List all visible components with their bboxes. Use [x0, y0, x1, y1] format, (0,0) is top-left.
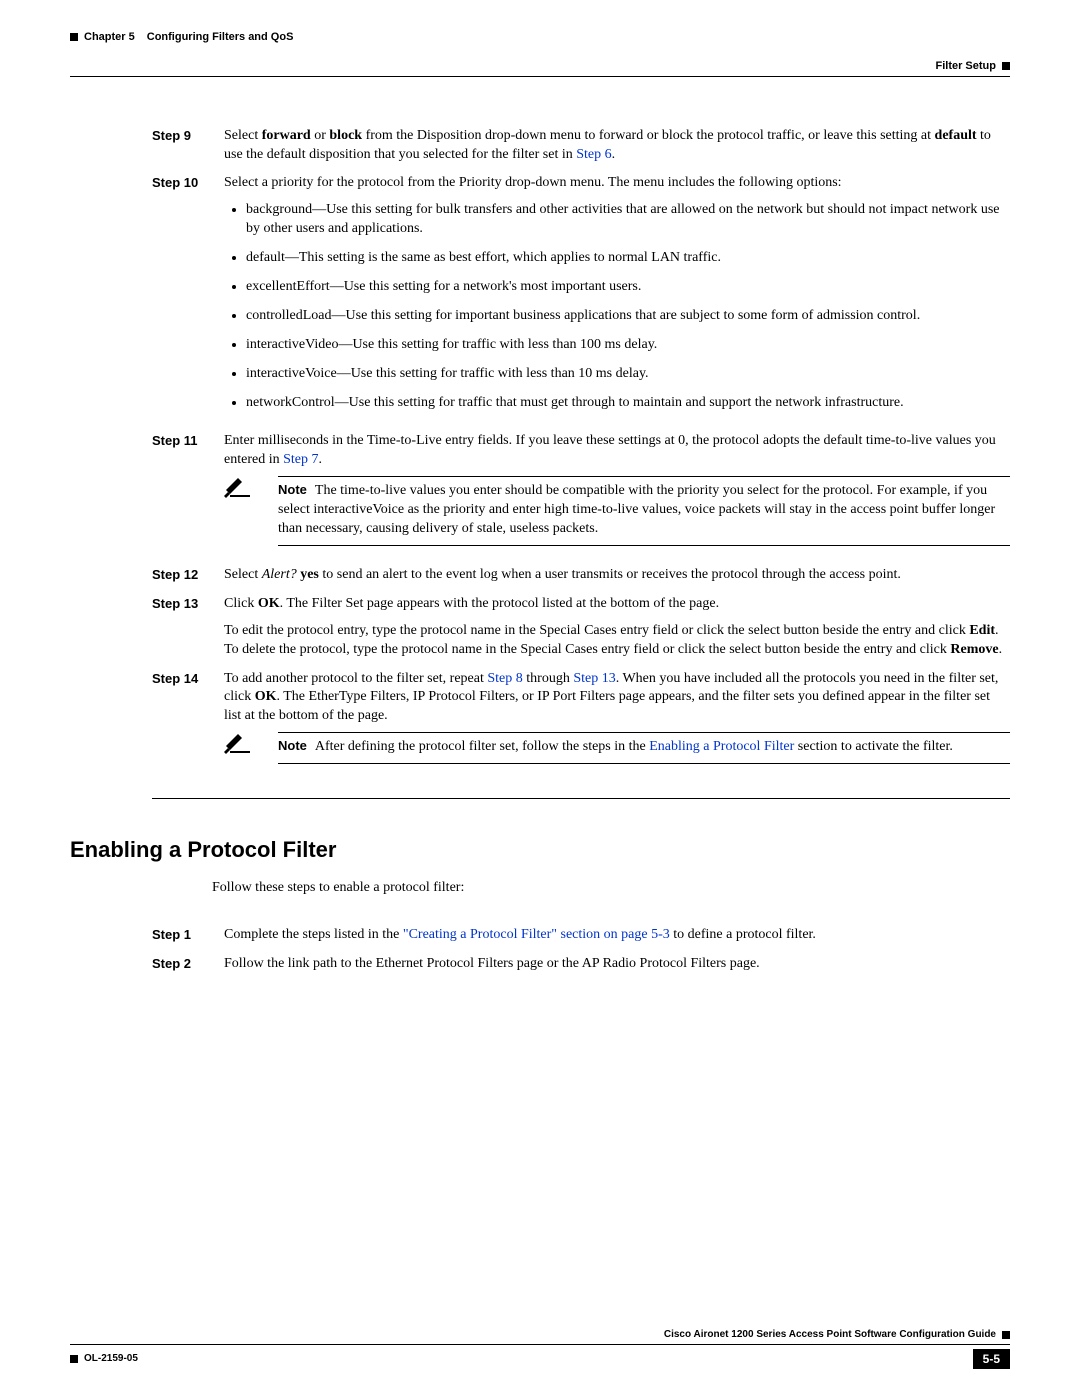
section-divider: [152, 798, 1010, 799]
bold-text: forward: [262, 128, 311, 143]
note-block: Note After defining the protocol filter s…: [224, 732, 1010, 764]
step-label: Step 2: [152, 955, 206, 974]
footer-rule: [70, 1344, 1010, 1345]
header-rule: [70, 76, 1010, 77]
text: or: [311, 128, 330, 143]
note-label: Note: [278, 482, 307, 497]
page-number-badge: 5-5: [973, 1349, 1010, 1369]
step-body: To add another protocol to the filter se…: [224, 670, 1010, 775]
chapter-number: Chapter 5: [84, 30, 135, 45]
step-body: Follow the link path to the Ethernet Pro…: [224, 955, 1010, 974]
step-label: Step 10: [152, 174, 206, 422]
text: . The Filter Set page appears with the p…: [280, 596, 719, 611]
footer-marker-icon: [70, 1355, 78, 1363]
note-rule: [278, 476, 1010, 477]
list-item: networkControl—Use this setting for traf…: [246, 394, 1010, 413]
text: from the Disposition drop-down menu to f…: [362, 128, 934, 143]
text: .: [612, 147, 616, 162]
step-body: Select Alert? yes to send an alert to th…: [224, 566, 1010, 585]
bold-text: block: [329, 128, 362, 143]
step-label: Step 11: [152, 432, 206, 555]
section-link[interactable]: Enabling a Protocol Filter: [649, 739, 794, 754]
list-item: controlledLoad—Use this setting for impo…: [246, 307, 1010, 326]
section-title: Enabling a Protocol Filter: [70, 835, 1010, 865]
note-rule: [278, 732, 1010, 733]
step-body: Enter milliseconds in the Time-to-Live e…: [224, 432, 1010, 555]
step-row: Step 9 Select forward or block from the …: [152, 127, 1010, 165]
list-item: interactiveVoice—Use this setting for tr…: [246, 365, 1010, 384]
bold-text: OK: [258, 596, 280, 611]
step-row: Step 13 Click OK. The Filter Set page ap…: [152, 595, 1010, 660]
doc-number: OL-2159-05: [84, 1352, 138, 1366]
step-row: Step 12 Select Alert? yes to send an ale…: [152, 566, 1010, 585]
text: .: [318, 452, 322, 467]
step-body: Select a priority for the protocol from …: [224, 174, 1010, 422]
page-footer: Cisco Aironet 1200 Series Access Point S…: [70, 1328, 1010, 1369]
note-rule: [278, 763, 1010, 764]
section-name: Filter Setup: [935, 59, 996, 74]
text: section to activate the filter.: [794, 739, 953, 754]
step-row: Step 1 Complete the steps listed in the …: [152, 926, 1010, 945]
step-link[interactable]: Step 6: [576, 147, 611, 162]
step-row: Step 10 Select a priority for the protoc…: [152, 174, 1010, 422]
note-icon: [224, 732, 250, 754]
step-body: Select forward or block from the Disposi…: [224, 127, 1010, 165]
step-body: Click OK. The Filter Set page appears wi…: [224, 595, 1010, 660]
list-item: interactiveVideo—Use this setting for tr…: [246, 336, 1010, 355]
text: to send an alert to the event log when a…: [319, 567, 901, 582]
text: through: [523, 671, 574, 686]
guide-title: Cisco Aironet 1200 Series Access Point S…: [664, 1328, 996, 1342]
header-marker-icon: [70, 33, 78, 41]
note-block: NoteThe time-to-live values you enter sh…: [224, 476, 1010, 546]
list-item: excellentEffort—Use this setting for a n…: [246, 278, 1010, 297]
list-item: background—Use this setting for bulk tra…: [246, 201, 1010, 239]
bold-text: yes: [300, 567, 319, 582]
step-row: Step 2 Follow the link path to the Ether…: [152, 955, 1010, 974]
text: Complete the steps listed in the: [224, 927, 403, 942]
step-label: Step 1: [152, 926, 206, 945]
text: . The EtherType Filters, IP Protocol Fil…: [224, 689, 990, 723]
step-body: Complete the steps listed in the "Creati…: [224, 926, 1010, 945]
bold-text: Edit: [969, 623, 995, 638]
bold-text: OK: [255, 689, 277, 704]
text: to define a protocol filter.: [670, 927, 816, 942]
italic-text: Alert?: [262, 567, 297, 582]
step-label: Step 13: [152, 595, 206, 660]
bold-text: default: [935, 128, 977, 143]
text: Click: [224, 596, 258, 611]
note-icon: [224, 476, 250, 498]
text: Select: [224, 128, 262, 143]
text: Select: [224, 567, 262, 582]
text: .: [999, 642, 1003, 657]
list-item: default—This setting is the same as best…: [246, 249, 1010, 268]
text: Enter milliseconds in the Time-to-Live e…: [224, 433, 996, 467]
step-label: Step 14: [152, 670, 206, 775]
text: Select a priority for the protocol from …: [224, 175, 842, 190]
section-intro: Follow these steps to enable a protocol …: [212, 879, 1010, 898]
chapter-title: Configuring Filters and QoS: [147, 30, 294, 45]
section-link[interactable]: "Creating a Protocol Filter" section on …: [403, 927, 670, 942]
note-rule: [278, 545, 1010, 546]
step-label: Step 9: [152, 127, 206, 165]
step-link[interactable]: Step 8: [487, 671, 522, 686]
step-link[interactable]: Step 7: [283, 452, 318, 467]
header-marker-icon: [1002, 62, 1010, 70]
text: To add another protocol to the filter se…: [224, 671, 487, 686]
step-link[interactable]: Step 13: [573, 671, 615, 686]
note-text: The time-to-live values you enter should…: [278, 483, 995, 536]
step-row: Step 11 Enter milliseconds in the Time-t…: [152, 432, 1010, 555]
footer-marker-icon: [1002, 1331, 1010, 1339]
step-row: Step 14 To add another protocol to the f…: [152, 670, 1010, 775]
priority-options-list: background—Use this setting for bulk tra…: [224, 201, 1010, 412]
text: After defining the protocol filter set, …: [315, 739, 649, 754]
text: To edit the protocol entry, type the pro…: [224, 623, 969, 638]
note-label: Note: [278, 738, 307, 753]
bold-text: Remove: [950, 642, 998, 657]
step-label: Step 12: [152, 566, 206, 585]
